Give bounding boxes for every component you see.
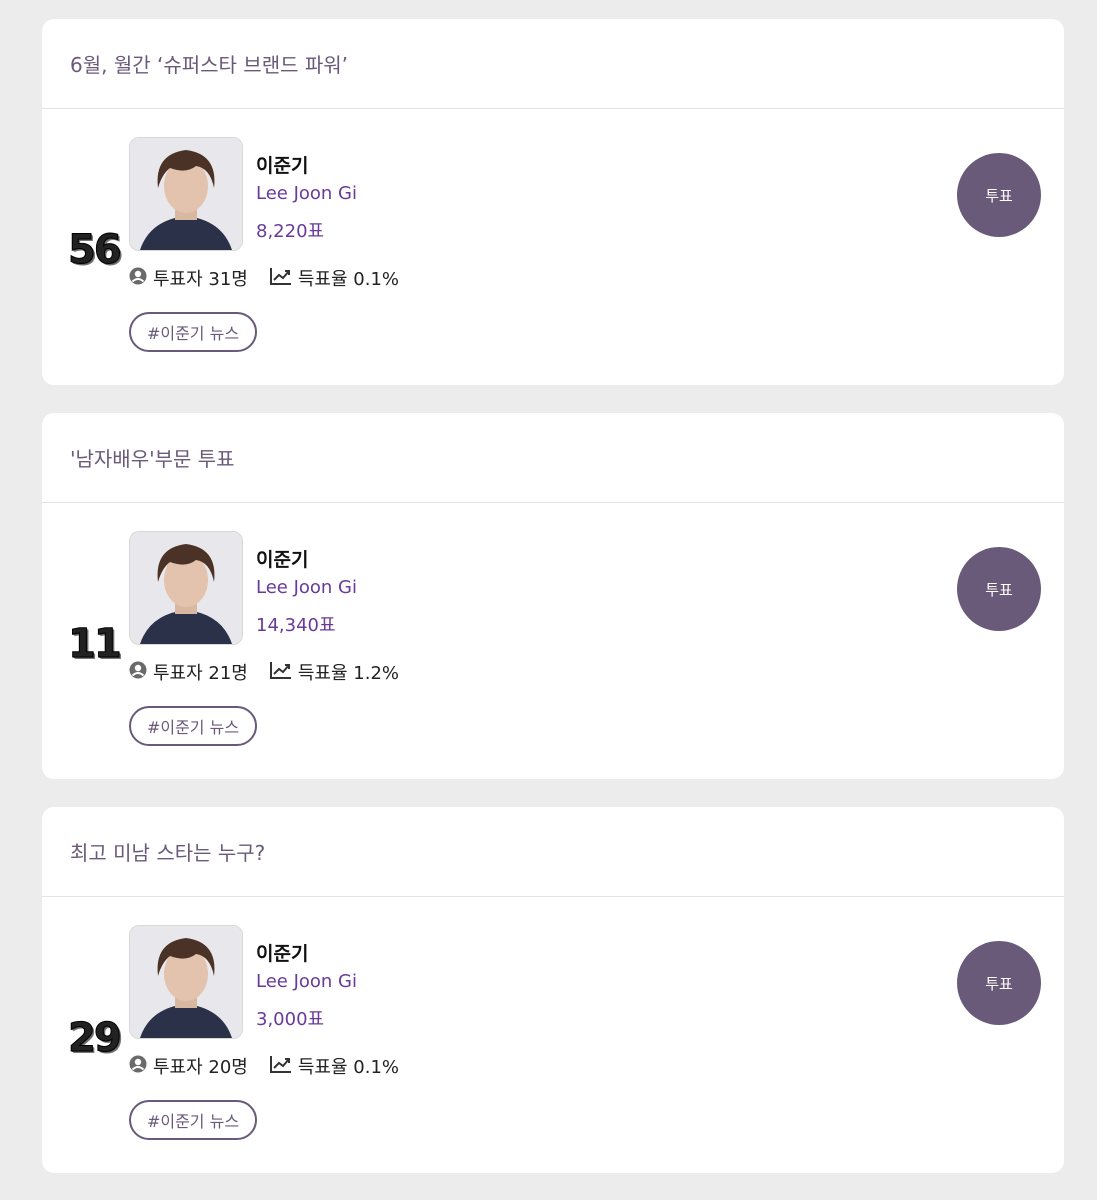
candidate-name-korean: 이준기 [256, 155, 309, 177]
stats-row: 투표자 31명 득표율 0.1% [129, 265, 399, 291]
voters-stat: 투표자 31명 [129, 265, 248, 291]
candidate-row: 56 이준기 Lee Joon Gi 8,220표 투표자 31명 득표율 0.… [42, 109, 1064, 385]
rate-stat: 득표율 0.1% [269, 265, 400, 291]
rate-text: 득표율 0.1% [297, 1057, 400, 1078]
rate-stat: 득표율 1.2% [269, 659, 400, 685]
vote-button[interactable]: 투표 [957, 153, 1041, 237]
rate-text: 득표율 1.2% [297, 663, 400, 684]
vote-card: 6월, 월간 ‘슈퍼스타 브랜드 파워’ 56 이준기 Lee Joon Gi … [42, 19, 1064, 385]
trend-chart-icon [269, 267, 298, 290]
rate-text: 득표율 0.1% [297, 269, 400, 290]
card-title: '남자배우'부문 투표 [42, 413, 1064, 503]
vote-button[interactable]: 투표 [957, 547, 1041, 631]
candidate-row: 11 이준기 Lee Joon Gi 14,340표 투표자 21명 득표율 1… [42, 503, 1064, 779]
voters-stat: 투표자 21명 [129, 659, 248, 685]
candidate-name-english: Lee Joon Gi [256, 183, 357, 204]
candidate-name-english: Lee Joon Gi [256, 577, 357, 598]
voters-text: 투표자 20명 [153, 1057, 248, 1078]
vote-count: 3,000표 [256, 1009, 325, 1030]
stats-row: 투표자 21명 득표율 1.2% [129, 659, 399, 685]
candidate-row: 29 이준기 Lee Joon Gi 3,000표 투표자 20명 득표율 0.… [42, 897, 1064, 1173]
news-tag-button[interactable]: #이준기 뉴스 [129, 1100, 257, 1140]
news-tag-button[interactable]: #이준기 뉴스 [129, 312, 257, 352]
rate-stat: 득표율 0.1% [269, 1053, 400, 1079]
rank-number: 29 [68, 1015, 123, 1062]
news-tag-button[interactable]: #이준기 뉴스 [129, 706, 257, 746]
user-circle-icon [129, 267, 153, 290]
rank-number: 11 [68, 621, 123, 668]
stats-row: 투표자 20명 득표율 0.1% [129, 1053, 399, 1079]
trend-chart-icon [269, 1055, 298, 1078]
vote-button[interactable]: 투표 [957, 941, 1041, 1025]
candidate-photo[interactable] [129, 531, 243, 645]
candidate-name-korean: 이준기 [256, 549, 309, 571]
vote-count: 8,220표 [256, 221, 325, 242]
card-title: 최고 미남 스타는 누구? [42, 807, 1064, 897]
vote-card: 최고 미남 스타는 누구? 29 이준기 Lee Joon Gi 3,000표 … [42, 807, 1064, 1173]
card-title: 6월, 월간 ‘슈퍼스타 브랜드 파워’ [42, 19, 1064, 109]
user-circle-icon [129, 661, 153, 684]
vote-card: '남자배우'부문 투표 11 이준기 Lee Joon Gi 14,340표 투… [42, 413, 1064, 779]
candidate-name-english: Lee Joon Gi [256, 971, 357, 992]
voters-text: 투표자 31명 [153, 269, 248, 290]
candidate-name-korean: 이준기 [256, 943, 309, 965]
rank-number: 56 [68, 227, 123, 274]
user-circle-icon [129, 1055, 153, 1078]
trend-chart-icon [269, 661, 298, 684]
vote-count: 14,340표 [256, 615, 336, 636]
candidate-photo[interactable] [129, 925, 243, 1039]
candidate-photo[interactable] [129, 137, 243, 251]
voters-text: 투표자 21명 [153, 663, 248, 684]
voters-stat: 투표자 20명 [129, 1053, 248, 1079]
